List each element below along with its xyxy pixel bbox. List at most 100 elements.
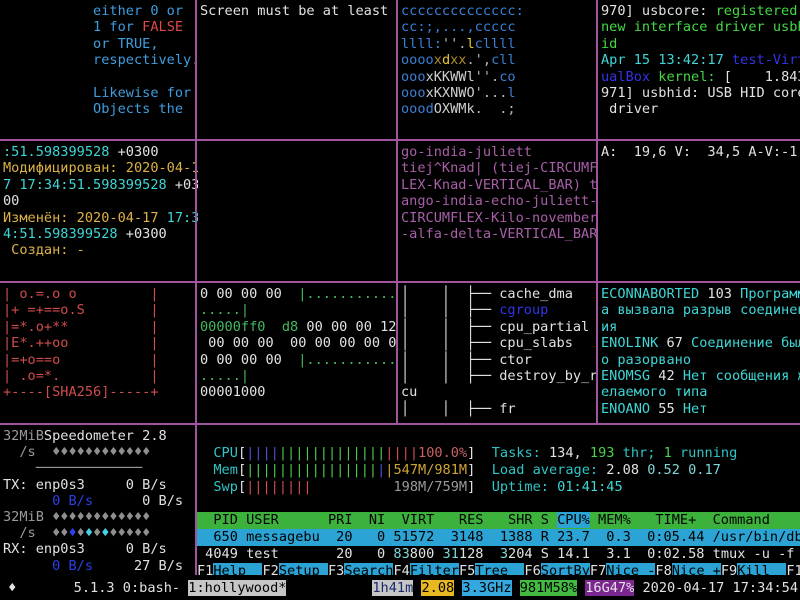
text-segment: thr;: [614, 445, 663, 461]
text-segment: |E*.++oo |: [3, 335, 159, 351]
text-segment: ECONNABORTED: [601, 286, 707, 302]
text-line: Mem[||||||||||||||||||547M/981M] Load av…: [197, 462, 800, 479]
text-segment: 4:51.598399528: [3, 226, 118, 242]
text-line: 1 for FALSE: [3, 19, 198, 35]
text-line: cc:;,...,ccccc: [401, 19, 599, 35]
text-segment: 970] usbcore:: [601, 3, 716, 19]
pane-htop[interactable]: CPU[|||||||||||||||||||||100.0%] Tasks: …: [197, 426, 800, 577]
text-segment: xKKWWl: [426, 69, 475, 85]
text-line: ooooxdxx.',cll: [401, 52, 599, 68]
text-segment: 17:3: [159, 210, 199, 226]
status-right: 1h41m 2.08 3.3GHz 981M58% 16G47% 2020-04…: [372, 580, 798, 596]
pane-border-horizontal-1[interactable]: [0, 139, 800, 141]
text-segment: [634, 580, 642, 596]
pane-hexdump[interactable]: 0 00 00 00 |........... .....|00000ff0 d8…: [197, 284, 399, 424]
text-segment: [475, 445, 491, 461]
pane-syslog[interactable]: 970] usbcore: registerednew interface dr…: [598, 1, 800, 141]
window-tab-bash[interactable]: 0:bash-: [123, 580, 188, 596]
status-datetime: 2020-04-17 17:34:54: [643, 580, 799, 596]
tmux-status-bar: ♦ 5.1.3 0:bash- 1:hollywood* 1h41m 2.08 …: [0, 575, 800, 600]
text-segment: Apr 15 13:42:17: [601, 52, 732, 68]
pane-errno-list[interactable]: ECONNABORTED 103 Программа вызвала разры…: [598, 284, 800, 424]
text-segment: 27 B/s: [134, 558, 183, 574]
text-line: 32MiBSpeedometer 2.8: [3, 428, 198, 444]
text-segment: cllll: [475, 36, 516, 52]
text-segment: or TRUE,: [3, 36, 159, 52]
text-segment: │ │ ├──: [401, 352, 499, 368]
pane-ascii-art[interactable]: cccccccccccccc:cc:;,...,cccccllll:''.lcl…: [398, 1, 599, 141]
text-segment: 0 00 00 00: [200, 286, 298, 302]
text-line: | .o=*. |: [3, 368, 198, 384]
text-line: │ │ ├── cache_dma: [401, 286, 599, 302]
text-segment: [16, 580, 73, 596]
pane-border-vertical-4[interactable]: [195, 425, 197, 575]
text-line: 00000ff0 d8 00 00 00 12: [200, 319, 399, 335]
text-line: Модифицирован: 2020-04-1: [3, 160, 198, 176]
text-segment: 00001000: [200, 384, 265, 400]
text-segment: respectively.: [3, 52, 198, 68]
pane-speedometer[interactable]: 32MiBSpeedometer 2.8 /s ♦♦♦♦♦♦♦♦♦♦♦♦ ───…: [0, 426, 198, 576]
text-line: ия: [601, 319, 800, 335]
text-line: Создан: -: [3, 242, 198, 258]
text-segment: [577, 580, 585, 596]
text-segment: ENOLINK: [601, 335, 666, 351]
pane-border-vertical-1[interactable]: [195, 0, 197, 423]
text-line: Likewise for: [3, 85, 198, 101]
text-segment: +0300: [109, 144, 158, 160]
text-segment: ||||||||||||||||: [246, 462, 377, 478]
text-segment: ♦♦: [52, 525, 68, 541]
pane-nato-phonetic[interactable]: go-india-julietttiej^Knad| (tiej-CIRCUMF…: [398, 142, 599, 282]
text-line: 32MiB ♦♦♦♦♦♦♦♦♦♦♦♦: [3, 509, 198, 525]
text-segment: ♦♦♦♦♦♦♦♦♦♦♦♦: [52, 509, 150, 525]
pane-empty[interactable]: [197, 142, 399, 282]
pane-ssh-randomart[interactable]: | o.=.o o ||+ =+==o.S ||=*.o+** ||E*.++o…: [0, 284, 198, 424]
pane-border-vertical-2[interactable]: [396, 0, 398, 423]
pane-screen-message[interactable]: Screen must be at least: [197, 1, 399, 141]
text-segment: 00 00 00 00 00 00 00 0: [200, 335, 396, 351]
text-segment: 128: [459, 546, 500, 562]
pane-stat-output[interactable]: :51.598399528 +0300Модифицирован: 2020-0…: [0, 142, 198, 282]
pane-av-status[interactable]: A: 19,6 V: 34,5 A-V:-1: [598, 142, 800, 282]
text-segment: Изменён: 2020-04-17: [3, 210, 159, 226]
text-segment: LEX-Knad-VERTICAL_BAR) t: [401, 177, 597, 193]
text-segment: а вызвала разрыв соединен: [601, 302, 800, 318]
text-segment: ''.: [442, 36, 467, 52]
text-segment: xKXNWO: [426, 85, 475, 101]
pane-border-vertical-3[interactable]: [596, 0, 598, 423]
text-segment: CPU%: [557, 512, 590, 528]
pane-border-horizontal-2[interactable]: [0, 281, 800, 283]
text-line: +----[SHA256]-----+: [3, 384, 198, 400]
text-segment: 193: [590, 445, 615, 461]
status-uptime-badge: 1h41m: [372, 580, 413, 596]
window-tab-hollywood[interactable]: 1:hollywood*: [188, 580, 286, 596]
text-segment: |...........: [298, 352, 396, 368]
status-mem-badge: 981M58%: [520, 580, 577, 596]
text-segment: 31: [443, 546, 459, 562]
text-line: │ │ ├── cpu_partial: [401, 319, 599, 335]
status-diamond-icon: ♦: [0, 580, 16, 596]
text-segment: running: [672, 445, 737, 461]
text-segment: cache_dma: [499, 286, 573, 302]
text-segment: [197, 445, 213, 461]
text-segment: ||||||||: [246, 479, 311, 495]
pane-border-horizontal-3[interactable]: [0, 423, 800, 425]
text-segment: 103: [707, 286, 732, 302]
text-line: ECONNABORTED 103 Программ: [601, 286, 800, 302]
text-segment: [265, 319, 281, 335]
text-segment: cu: [401, 384, 417, 400]
text-segment: |||||||||||||: [279, 445, 385, 461]
text-segment: Screen must be at least: [200, 3, 388, 19]
text-line: llll:''.lcllll: [401, 36, 599, 52]
text-segment: ctor: [499, 352, 532, 368]
text-segment: +----[SHA256]-----+: [3, 384, 159, 400]
text-line: .....|: [200, 302, 399, 318]
text-segment: l: [466, 36, 474, 52]
pane-directory-tree[interactable]: │ │ ├── cache_dma│ │ ├── cgroup│ │ ├── c…: [398, 284, 599, 424]
pane-help-text[interactable]: either 0 or 1 for FALSE or TRUE, respect…: [0, 1, 198, 141]
tmux-terminal-screen: either 0 or 1 for FALSE or TRUE, respect…: [0, 0, 800, 600]
status-cpufreq-badge: 3.3GHz: [462, 580, 511, 596]
text-segment: Программ: [732, 286, 800, 302]
text-line: -alfa-delta-VERTICAL_BAR: [401, 226, 599, 242]
text-segment: kernel:: [658, 69, 715, 85]
text-segment: │ │ ├──: [401, 401, 499, 417]
